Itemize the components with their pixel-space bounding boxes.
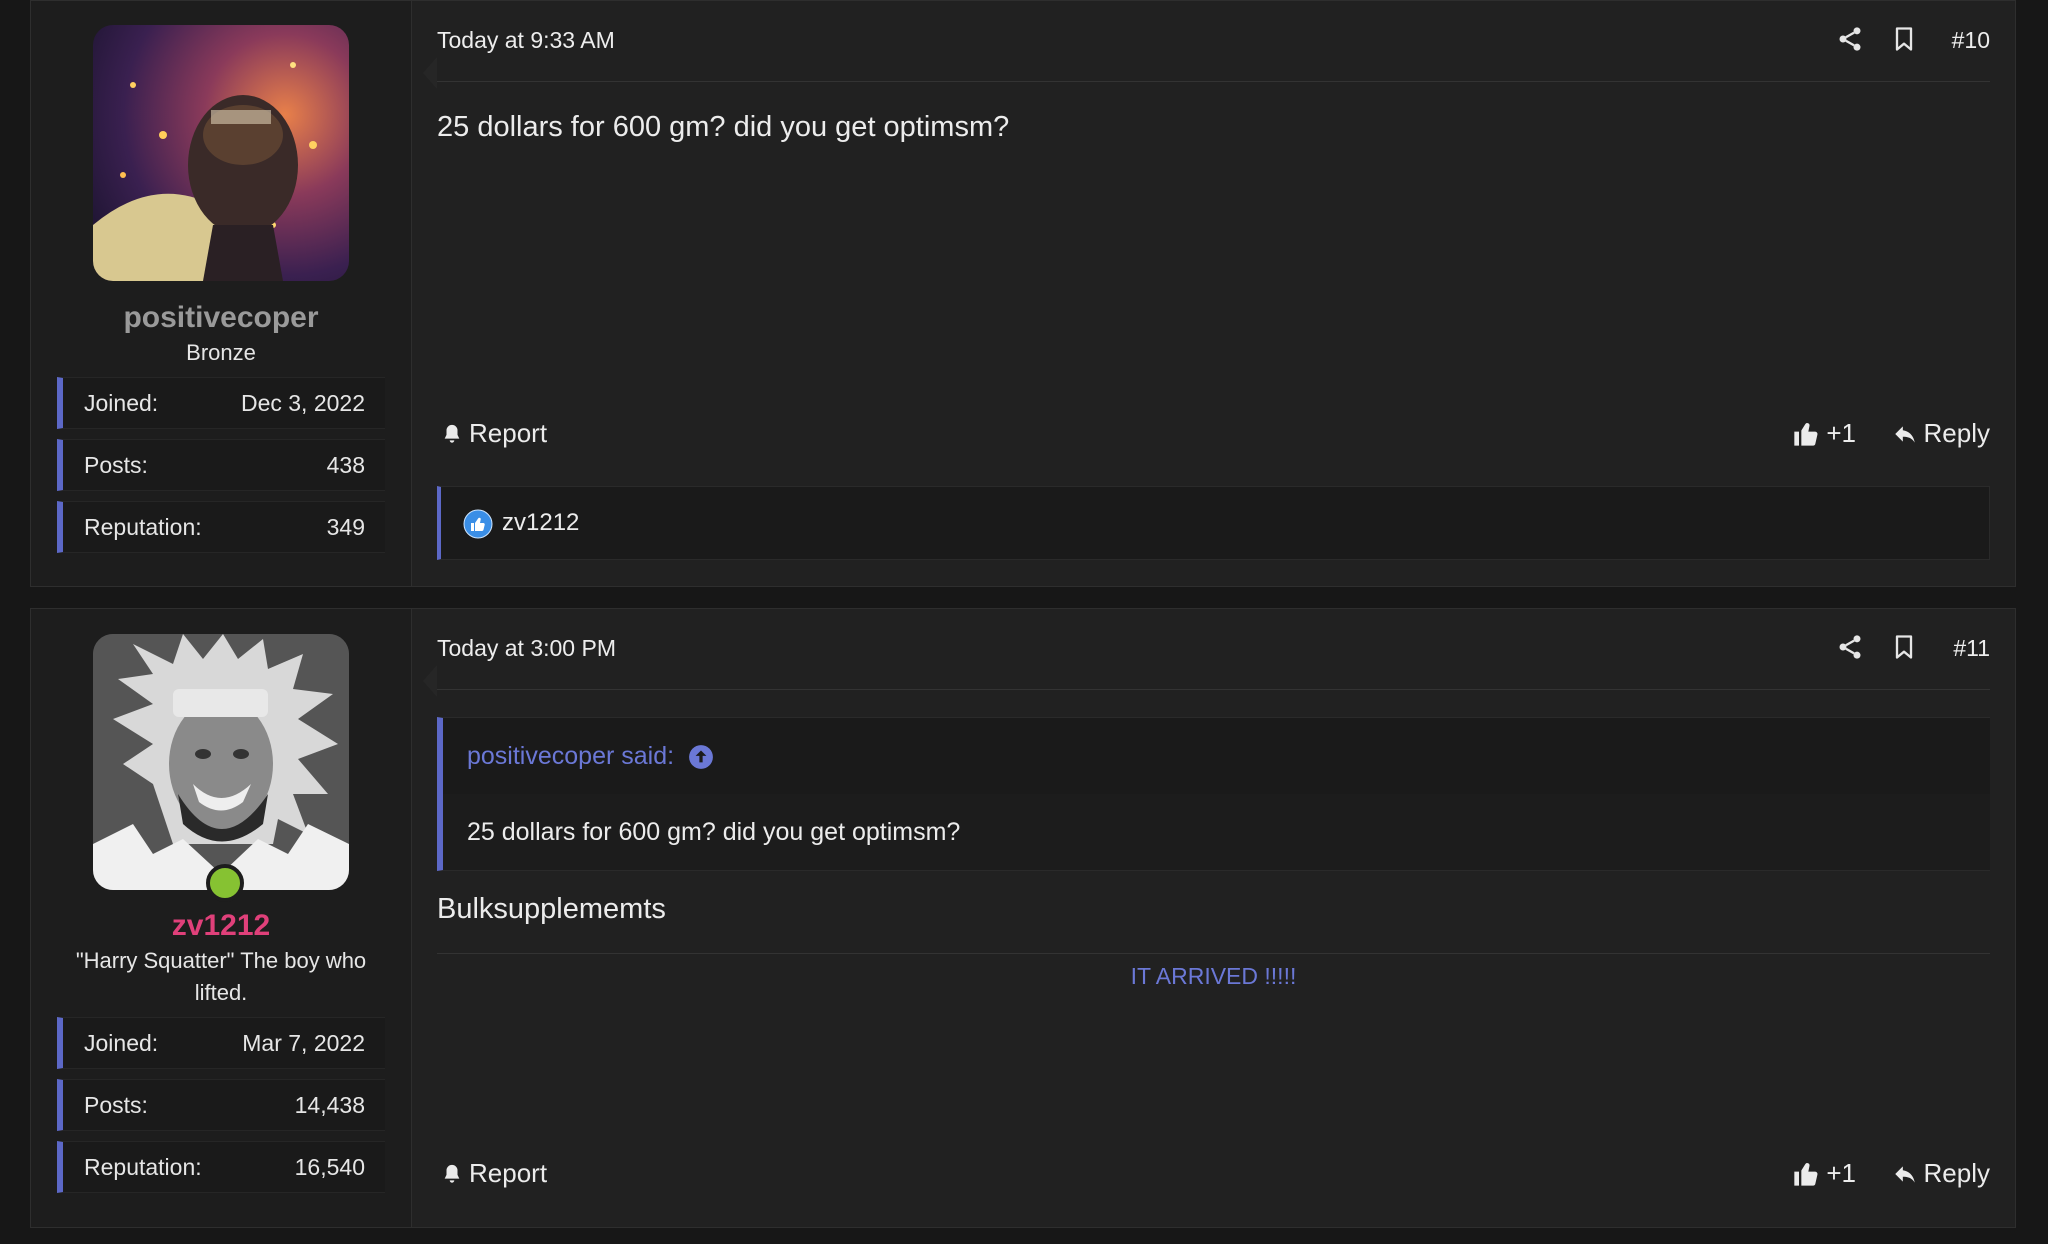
stat-label: Joined: bbox=[84, 390, 159, 416]
post-date[interactable]: Today at 9:33 AM bbox=[437, 27, 615, 54]
stat-value: Mar 7, 2022 bbox=[242, 1030, 365, 1056]
post-content: Today at 9:33 AM #10 25 dollars for 600 … bbox=[423, 1, 1990, 586]
quote-block: positivecoper said: 25 dollars for 600 g… bbox=[437, 717, 1990, 871]
divider bbox=[437, 953, 1990, 954]
stat-joined: Joined: Mar 7, 2022 bbox=[57, 1017, 385, 1069]
post-actions: Report +1 Reply bbox=[437, 418, 1990, 458]
reply-arrow-icon bbox=[1894, 1165, 1915, 1183]
report-label: Report bbox=[469, 418, 548, 448]
user-info-pane: positivecoper Bronze Joined: Dec 3, 2022… bbox=[31, 1, 412, 586]
like-button[interactable]: +1 bbox=[1792, 418, 1856, 449]
caret-decoration bbox=[423, 665, 437, 697]
reply-label: Reply bbox=[1923, 418, 1990, 448]
post-date[interactable]: Today at 3:00 PM bbox=[437, 635, 616, 662]
like-reaction-icon bbox=[463, 509, 493, 539]
stat-reputation: Reputation: 349 bbox=[57, 501, 385, 553]
stat-joined: Joined: Dec 3, 2022 bbox=[57, 377, 385, 429]
user-title: Bronze bbox=[186, 340, 256, 365]
user-info-pane: zv1212 "Harry Squatter" The boy who lift… bbox=[31, 609, 412, 1227]
reply-label: Reply bbox=[1923, 1158, 1990, 1188]
quote-header: positivecoper said: bbox=[443, 718, 1990, 794]
username[interactable]: positivecoper bbox=[31, 301, 411, 335]
reply-arrow-icon bbox=[1894, 425, 1915, 443]
thumbs-up-icon bbox=[1794, 1162, 1818, 1186]
quote-author-label: positivecoper said: bbox=[467, 742, 675, 770]
stat-value: 349 bbox=[326, 514, 365, 540]
stat-label: Joined: bbox=[84, 1030, 159, 1056]
share-icon[interactable] bbox=[1836, 25, 1864, 53]
quote-author-link[interactable]: positivecoper said: bbox=[467, 742, 714, 771]
stat-posts: Posts: 438 bbox=[57, 439, 385, 491]
post-number[interactable]: #10 bbox=[1952, 27, 1990, 54]
bookmark-icon[interactable] bbox=[1890, 25, 1918, 53]
user-title: "Harry Squatter" The boy who lifted. bbox=[75, 948, 367, 1005]
stat-posts: Posts: 14,438 bbox=[57, 1079, 385, 1131]
arrow-up-circle-icon[interactable] bbox=[688, 744, 714, 770]
report-label: Report bbox=[469, 1158, 548, 1188]
report-button[interactable]: Report bbox=[441, 1158, 547, 1189]
avatar[interactable] bbox=[93, 25, 349, 281]
post-content: Today at 3:00 PM #11 positivecoper said: bbox=[423, 609, 1990, 1227]
report-button[interactable]: Report bbox=[441, 418, 547, 449]
reaction-users-link[interactable]: zv1212 bbox=[502, 509, 579, 537]
post-header: Today at 9:33 AM #10 bbox=[437, 1, 1990, 82]
bookmark-icon[interactable] bbox=[1890, 633, 1918, 661]
stat-value: 16,540 bbox=[294, 1154, 365, 1180]
post-number[interactable]: #11 bbox=[1953, 635, 1990, 662]
caret-decoration bbox=[423, 57, 437, 89]
thumbs-up-icon bbox=[1794, 422, 1818, 446]
post-11: zv1212 "Harry Squatter" The boy who lift… bbox=[30, 608, 2016, 1228]
stat-value: 14,438 bbox=[294, 1092, 365, 1118]
share-icon[interactable] bbox=[1836, 633, 1864, 661]
bell-icon bbox=[444, 424, 460, 443]
stat-label: Reputation: bbox=[84, 1154, 202, 1180]
post-body: Bulksupplememts bbox=[437, 893, 666, 925]
like-button[interactable]: +1 bbox=[1792, 1158, 1856, 1189]
post-header: Today at 3:00 PM #11 bbox=[437, 609, 1990, 690]
like-label: +1 bbox=[1826, 418, 1856, 448]
stat-reputation: Reputation: 16,540 bbox=[57, 1141, 385, 1193]
stat-value: Dec 3, 2022 bbox=[240, 390, 365, 416]
arrived-link[interactable]: IT ARRIVED !!!!! bbox=[437, 963, 1990, 990]
post-10: positivecoper Bronze Joined: Dec 3, 2022… bbox=[30, 0, 2016, 587]
stat-label: Posts: bbox=[84, 1092, 148, 1118]
like-label: +1 bbox=[1826, 1158, 1856, 1188]
username[interactable]: zv1212 bbox=[31, 909, 411, 943]
post-actions: Report +1 Reply bbox=[437, 1158, 1990, 1198]
reply-button[interactable]: Reply bbox=[1892, 418, 1990, 449]
reactions-bar: zv1212 bbox=[437, 486, 1990, 560]
online-status-indicator bbox=[206, 864, 244, 902]
bell-icon bbox=[444, 1164, 460, 1183]
stat-value: 438 bbox=[326, 452, 365, 478]
avatar[interactable] bbox=[93, 634, 349, 890]
post-body: 25 dollars for 600 gm? did you get optim… bbox=[437, 111, 1010, 143]
stat-label: Reputation: bbox=[84, 514, 202, 540]
reply-button[interactable]: Reply bbox=[1892, 1158, 1990, 1189]
stat-label: Posts: bbox=[84, 452, 148, 478]
quote-text: 25 dollars for 600 gm? did you get optim… bbox=[467, 818, 961, 846]
